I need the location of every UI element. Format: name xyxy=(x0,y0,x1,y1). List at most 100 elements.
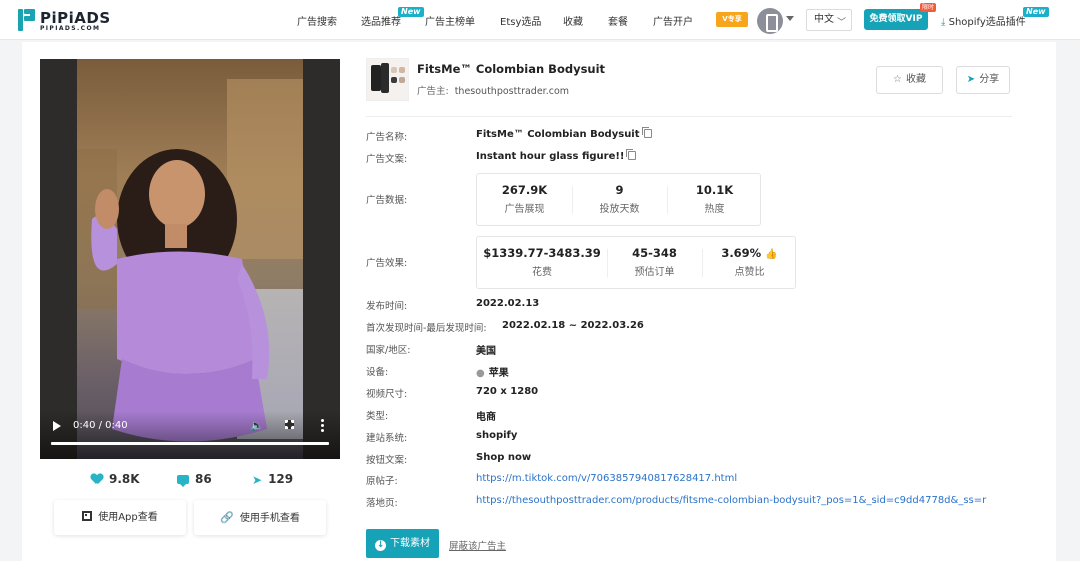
ad-thumbnail xyxy=(366,58,409,101)
free-vip-button[interactable]: 免费领取VIP xyxy=(864,9,928,30)
shopify-plugin-label: Shopify选品插件 xyxy=(948,17,1026,28)
nav-ad-account[interactable]: 广告开户 xyxy=(653,13,693,28)
ad-effect-label: 广告效果: xyxy=(366,258,408,269)
copy-icon[interactable] xyxy=(641,127,652,138)
download-icon: ⤓ xyxy=(941,17,946,28)
orders-value: 45-348 xyxy=(632,246,677,260)
limited-badge: 限时 xyxy=(920,3,937,12)
impressions-value: 267.9K xyxy=(501,183,548,197)
first-last-seen-value: 2022.02.18 ~ 2022.03.26 xyxy=(502,320,644,331)
video-frame xyxy=(77,59,303,459)
link-icon: 🔗 xyxy=(220,511,234,524)
landing-page-label: 落地页: xyxy=(366,498,398,509)
like-ratio-metric: 3.69% 👍 点赞比 xyxy=(702,237,797,278)
fullscreen-icon[interactable] xyxy=(285,420,294,429)
advertiser-label: 广告主: xyxy=(417,86,449,97)
favorite-button[interactable]: ☆ 收藏 xyxy=(876,66,943,94)
ad-data-box: 267.9K 广告展现 9 投放天数 10.1K 热度 xyxy=(476,173,761,226)
copy-icon[interactable] xyxy=(626,149,637,160)
thumbs-up-icon: 👍 xyxy=(765,249,778,260)
nav-product-recommend[interactable]: 选品推荐 xyxy=(361,13,401,28)
share-label: 分享 xyxy=(979,74,1000,85)
landing-page-link[interactable]: https://thesouthposttrader.com/products/… xyxy=(476,495,986,506)
ad-data-label: 广告数据: xyxy=(366,195,408,206)
divider xyxy=(366,116,1012,117)
new-badge: New xyxy=(398,7,424,17)
view-in-app-label: 使用App查看 xyxy=(98,512,158,523)
nav-advertiser-ranking[interactable]: 广告主榜单 xyxy=(425,13,475,28)
orders-metric: 45-348 预估订单 xyxy=(607,237,702,278)
shopify-plugin-link[interactable]: ⤓ Shopify选品插件 xyxy=(941,13,1026,28)
heat-value: 10.1K xyxy=(695,183,734,197)
likes-count: 9.8K xyxy=(109,472,140,486)
original-post-label: 原帖子: xyxy=(366,476,398,487)
impressions-caption: 广告展现 xyxy=(504,204,545,215)
new-badge: New xyxy=(1023,7,1049,17)
advertiser-name[interactable]: thesouthposttrader.com xyxy=(455,86,569,97)
view-on-mobile-button[interactable]: 🔗 使用手机查看 xyxy=(194,500,326,535)
comments-stat: 86 xyxy=(177,472,212,487)
video-size-value: 720 x 1280 xyxy=(476,386,539,397)
volume-icon[interactable]: 🔈 xyxy=(250,419,264,432)
star-icon: ☆ xyxy=(893,74,902,85)
heat-metric: 10.1K 热度 xyxy=(667,174,762,215)
video-size-label: 视频尺寸: xyxy=(366,389,408,400)
advertiser-line: 广告主: thesouthposttrader.com xyxy=(417,83,569,97)
qrcode-icon xyxy=(82,511,93,521)
nav-favorites[interactable]: 收藏 xyxy=(563,13,583,28)
device-value: ● 苹果 xyxy=(476,364,509,379)
ad-title: FitsMe™ Colombian Bodysuit xyxy=(417,62,606,76)
share-button[interactable]: ➤ 分享 xyxy=(956,66,1010,94)
language-select[interactable]: 中文 ﹀ xyxy=(806,9,852,31)
pipiads-logo[interactable]: PiPiADS PIPIADS.COM xyxy=(18,9,110,33)
first-last-seen-label: 首次发现时间-最后发现时间: xyxy=(366,323,487,334)
language-label: 中文 xyxy=(814,14,834,25)
video-progress-bar[interactable] xyxy=(51,442,329,445)
site-system-label: 建站系统: xyxy=(366,433,408,444)
spend-metric: $1339.77-3483.39 花费 xyxy=(477,237,607,278)
ad-effect-box: $1339.77-3483.39 花费 45-348 预估订单 3.69% 👍 … xyxy=(476,236,796,289)
ad-name-text: FitsMe™ Colombian Bodysuit xyxy=(476,129,640,140)
type-label: 类型: xyxy=(366,411,389,422)
top-header: PiPiADS PIPIADS.COM 广告搜索 选品推荐 New 广告主榜单 … xyxy=(0,0,1080,40)
video-frame-image xyxy=(77,79,303,442)
days-caption: 投放天数 xyxy=(599,204,640,215)
button-copy-label: 按钮文案: xyxy=(366,455,408,466)
vip-exclusive-icon[interactable]: V专享 xyxy=(716,12,748,27)
nav-etsy-products[interactable]: Etsy选品 xyxy=(500,13,541,28)
comment-icon xyxy=(177,475,189,487)
like-ratio-caption: 点赞比 xyxy=(734,267,765,278)
days-metric: 9 投放天数 xyxy=(572,174,667,215)
original-post-link[interactable]: https://m.tiktok.com/v/70638579408176284… xyxy=(476,473,737,484)
like-ratio-value: 3.69% 👍 xyxy=(702,246,797,260)
favorite-label: 收藏 xyxy=(905,74,926,85)
spend-caption: 花费 xyxy=(532,267,552,278)
video-player[interactable] xyxy=(40,59,340,459)
nav-plans[interactable]: 套餐 xyxy=(608,13,628,28)
download-icon: ↓ xyxy=(375,540,386,551)
ad-copy-text: Instant hour glass figure!! xyxy=(476,151,625,162)
download-material-button[interactable]: ↓ 下载素材 xyxy=(366,529,439,558)
orders-caption: 预估订单 xyxy=(634,267,675,278)
shares-count: 129 xyxy=(268,472,294,486)
country-value: 美国 xyxy=(476,346,496,357)
spend-value: $1339.77-3483.39 xyxy=(483,246,601,260)
site-system-value: shopify xyxy=(476,430,518,441)
ad-copy-value: Instant hour glass figure!! xyxy=(476,149,637,162)
share-icon: ➤ xyxy=(252,472,263,487)
play-icon[interactable] xyxy=(53,421,61,431)
logo-mark-icon xyxy=(18,9,36,31)
nav-ad-search[interactable]: 广告搜索 xyxy=(297,13,337,28)
view-on-mobile-label: 使用手机查看 xyxy=(239,513,300,524)
user-avatar[interactable] xyxy=(757,8,783,34)
chevron-down-icon: ﹀ xyxy=(836,18,846,28)
share-icon: ➤ xyxy=(966,74,976,85)
heart-icon xyxy=(91,474,103,485)
chevron-down-icon[interactable] xyxy=(786,16,794,21)
block-advertiser-link[interactable]: 屏蔽该广告主 xyxy=(449,538,506,552)
type-value: 电商 xyxy=(476,412,496,423)
view-in-app-button[interactable]: 使用App查看 xyxy=(54,500,186,535)
more-options-icon[interactable] xyxy=(321,419,324,432)
publish-time-label: 发布时间: xyxy=(366,301,408,312)
ad-copy-label: 广告文案: xyxy=(366,154,408,165)
